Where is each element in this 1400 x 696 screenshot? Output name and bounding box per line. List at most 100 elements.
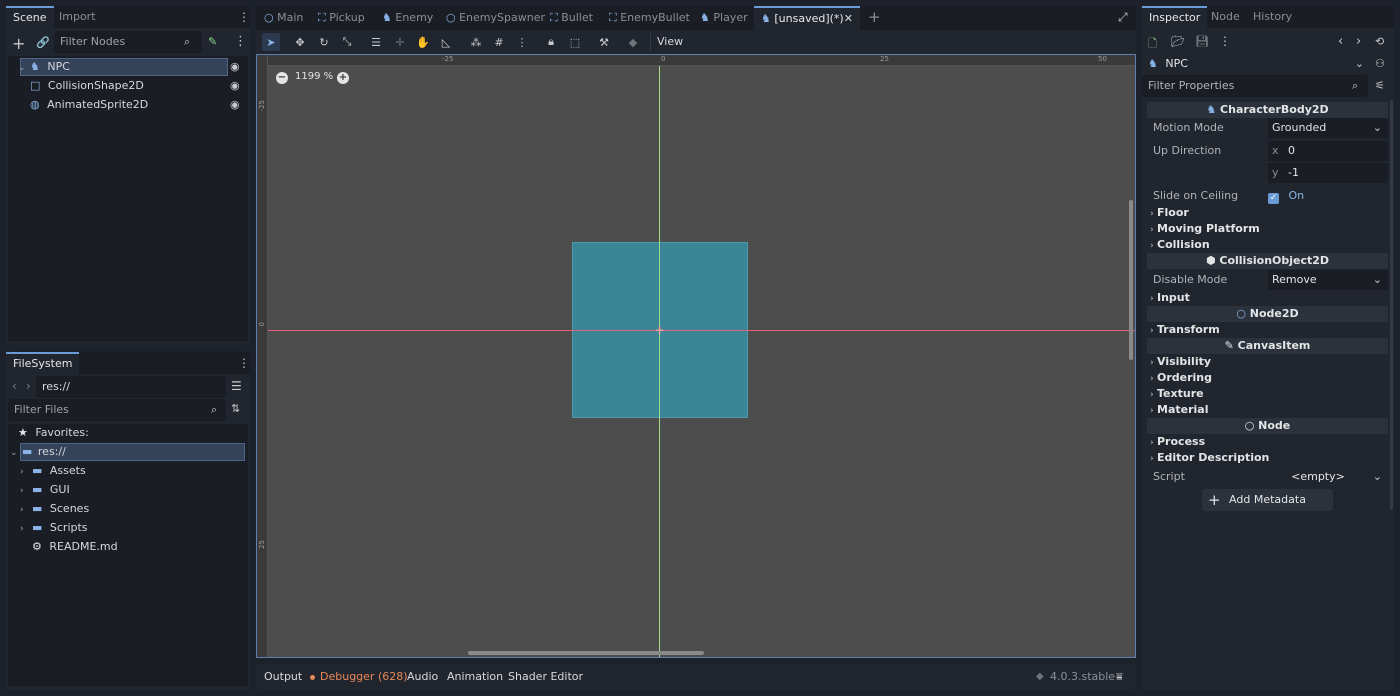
move-tool-icon[interactable]: ✥ bbox=[291, 33, 309, 51]
list-select-icon[interactable]: ☰ bbox=[367, 33, 385, 51]
fold-arrow-icon[interactable]: ⌄ bbox=[18, 59, 30, 77]
filter-files-input[interactable]: Filter Files bbox=[8, 399, 226, 421]
visibility-eye-icon[interactable]: ◉ bbox=[230, 98, 240, 111]
new-resource-icon[interactable]: 🗋 bbox=[1148, 35, 1157, 54]
fold-arrow-icon[interactable]: › bbox=[20, 482, 32, 500]
slide-on-ceiling-checkbox[interactable]: ✓ On bbox=[1268, 186, 1388, 206]
distraction-free-icon[interactable]: ⤢ bbox=[1118, 10, 1128, 25]
history-forward-icon[interactable]: › bbox=[1356, 34, 1361, 49]
zoom-in-icon[interactable]: + bbox=[337, 72, 349, 84]
folder-row-scripts[interactable]: › ▬ Scripts bbox=[20, 519, 88, 537]
tab-history[interactable]: History bbox=[1246, 6, 1299, 28]
group-editor-description[interactable]: › Editor Description bbox=[1150, 450, 1269, 466]
bottom-tab-debugger[interactable]: Debugger (628) bbox=[320, 670, 408, 683]
folder-row-scenes[interactable]: › ▬ Scenes bbox=[20, 500, 89, 518]
lock-icon[interactable]: 🔒︎ bbox=[542, 33, 560, 51]
scene-tab-player[interactable]: ♞ Player bbox=[700, 9, 748, 27]
ruler-tool-icon[interactable]: ◺ bbox=[437, 33, 455, 51]
scale-tool-icon[interactable]: ⤡ bbox=[338, 33, 356, 51]
fold-arrow-icon[interactable]: › bbox=[20, 501, 32, 519]
res-root-row[interactable]: ⌄ ▬ res:// bbox=[10, 443, 66, 461]
bottom-tab-output[interactable]: Output bbox=[264, 670, 302, 683]
group-collision[interactable]: › Collision bbox=[1150, 237, 1210, 253]
rotate-tool-icon[interactable]: ↻ bbox=[315, 33, 333, 51]
open-folder-icon[interactable]: 📂︎ bbox=[1171, 35, 1185, 48]
camera-override-icon[interactable]: ◆ bbox=[624, 33, 642, 51]
tree-node-npc[interactable]: ⌄ ♞ NPC bbox=[18, 58, 70, 76]
add-node-icon[interactable]: + bbox=[12, 34, 25, 53]
scene-tab-enemybullet[interactable]: ⛶ EnemyBullet bbox=[609, 9, 690, 27]
zoom-level[interactable]: 1199 % bbox=[295, 71, 333, 82]
group-icon[interactable]: ⬚ bbox=[566, 33, 584, 51]
tab-import[interactable]: Import bbox=[52, 6, 103, 28]
motion-mode-dropdown[interactable]: Grounded ⌄ bbox=[1268, 118, 1388, 138]
group-process[interactable]: › Process bbox=[1150, 434, 1205, 450]
add-metadata-button[interactable]: + Add Metadata bbox=[1202, 489, 1333, 511]
group-texture[interactable]: › Texture bbox=[1150, 386, 1204, 402]
inspector-scrollbar[interactable] bbox=[1390, 100, 1393, 510]
v-scrollbar[interactable] bbox=[1129, 200, 1133, 360]
scene-menu-icon[interactable]: ⋮ bbox=[234, 34, 247, 49]
property-options-icon[interactable]: ⚟ bbox=[1375, 79, 1385, 92]
save-icon[interactable]: 💾︎ bbox=[1195, 35, 1209, 48]
grid-snap-icon[interactable]: # bbox=[490, 33, 508, 51]
disable-mode-dropdown[interactable]: Remove ⌄ bbox=[1268, 270, 1388, 290]
scene-tab-bullet[interactable]: ⛶ Bullet bbox=[550, 9, 593, 27]
script-attach-icon[interactable]: ✎ bbox=[208, 35, 217, 48]
link-icon[interactable]: 🔗 bbox=[36, 36, 50, 49]
bottom-tab-shader-editor[interactable]: Shader Editor bbox=[508, 670, 583, 683]
scene-tab-unsaved[interactable]: ♞ [unsaved](*) ✕ bbox=[754, 6, 860, 30]
pivot-tool-icon[interactable]: ✛ bbox=[391, 33, 409, 51]
h-scrollbar[interactable] bbox=[468, 651, 704, 655]
fold-arrow-icon[interactable]: › bbox=[20, 463, 32, 481]
zoom-out-icon[interactable]: − bbox=[276, 72, 288, 84]
filter-nodes-input[interactable]: Filter Nodes bbox=[54, 31, 202, 53]
tab-node[interactable]: Node bbox=[1204, 6, 1247, 28]
pan-tool-icon[interactable]: ✋ bbox=[414, 33, 432, 51]
select-tool-icon[interactable]: ➤ bbox=[262, 33, 280, 51]
history-back-icon[interactable]: ‹ bbox=[1338, 34, 1343, 49]
group-ordering[interactable]: › Ordering bbox=[1150, 370, 1212, 386]
group-transform[interactable]: › Transform bbox=[1150, 322, 1220, 338]
panel-toggle-icon[interactable]: ⩸ bbox=[1116, 670, 1123, 684]
folder-row-gui[interactable]: › ▬ GUI bbox=[20, 481, 70, 499]
tab-filesystem[interactable]: FileSystem bbox=[6, 352, 80, 374]
snap-options-icon[interactable]: ⋮ bbox=[513, 33, 531, 51]
file-row-readme[interactable]: ⚙ README.md bbox=[32, 538, 118, 556]
scene-tab-pickup[interactable]: ⛶ Pickup bbox=[318, 9, 365, 27]
path-field[interactable]: res:// bbox=[36, 376, 226, 398]
view-menu[interactable]: View bbox=[650, 33, 689, 51]
filter-properties-input[interactable]: Filter Properties bbox=[1142, 75, 1368, 97]
origin-marker-icon[interactable]: + bbox=[654, 324, 665, 336]
bottom-tab-animation[interactable]: Animation bbox=[447, 670, 503, 683]
resource-menu-icon[interactable]: ⋮ bbox=[1219, 34, 1231, 48]
scene-tab-enemyspawner[interactable]: ○ EnemySpawner bbox=[446, 9, 545, 27]
add-tab-icon[interactable]: + bbox=[868, 8, 881, 26]
bottom-tab-audio[interactable]: Audio bbox=[407, 670, 438, 683]
forward-icon[interactable]: › bbox=[26, 379, 31, 393]
dock-menu-icon[interactable]: ⋮ bbox=[238, 356, 250, 370]
group-visibility[interactable]: › Visibility bbox=[1150, 354, 1211, 370]
tree-node-animatedsprite[interactable]: ◍ AnimatedSprite2D bbox=[30, 96, 148, 114]
dock-menu-icon[interactable]: ⋮ bbox=[238, 10, 250, 24]
group-input[interactable]: › Input bbox=[1150, 290, 1190, 306]
scene-tab-enemy[interactable]: ♞ Enemy bbox=[382, 9, 433, 27]
bone-icon[interactable]: ⚒ bbox=[595, 33, 613, 51]
group-floor[interactable]: › Floor bbox=[1150, 205, 1189, 221]
node-tree-icon[interactable]: ⚇ bbox=[1375, 57, 1385, 70]
scene-tab-main[interactable]: ○ Main bbox=[264, 9, 303, 27]
script-resource-picker[interactable]: <empty> ⌄ bbox=[1268, 467, 1388, 487]
folder-row-assets[interactable]: › ▬ Assets bbox=[20, 462, 86, 480]
visibility-eye-icon[interactable]: ◉ bbox=[230, 60, 240, 73]
close-icon[interactable]: ✕ bbox=[844, 8, 853, 30]
up-direction-x-field[interactable]: x 0 bbox=[1268, 141, 1388, 161]
visibility-eye-icon[interactable]: ◉ bbox=[230, 79, 240, 92]
tab-inspector[interactable]: Inspector bbox=[1142, 6, 1208, 28]
tab-scene[interactable]: Scene bbox=[6, 6, 54, 28]
smart-snap-icon[interactable]: ⁂ bbox=[467, 33, 485, 51]
fold-arrow-icon[interactable]: › bbox=[20, 520, 32, 538]
history-icon[interactable]: ⟲ bbox=[1375, 35, 1384, 48]
back-icon[interactable]: ‹ bbox=[12, 379, 17, 393]
fold-arrow-icon[interactable]: ⌄ bbox=[10, 444, 22, 462]
group-material[interactable]: › Material bbox=[1150, 402, 1208, 418]
